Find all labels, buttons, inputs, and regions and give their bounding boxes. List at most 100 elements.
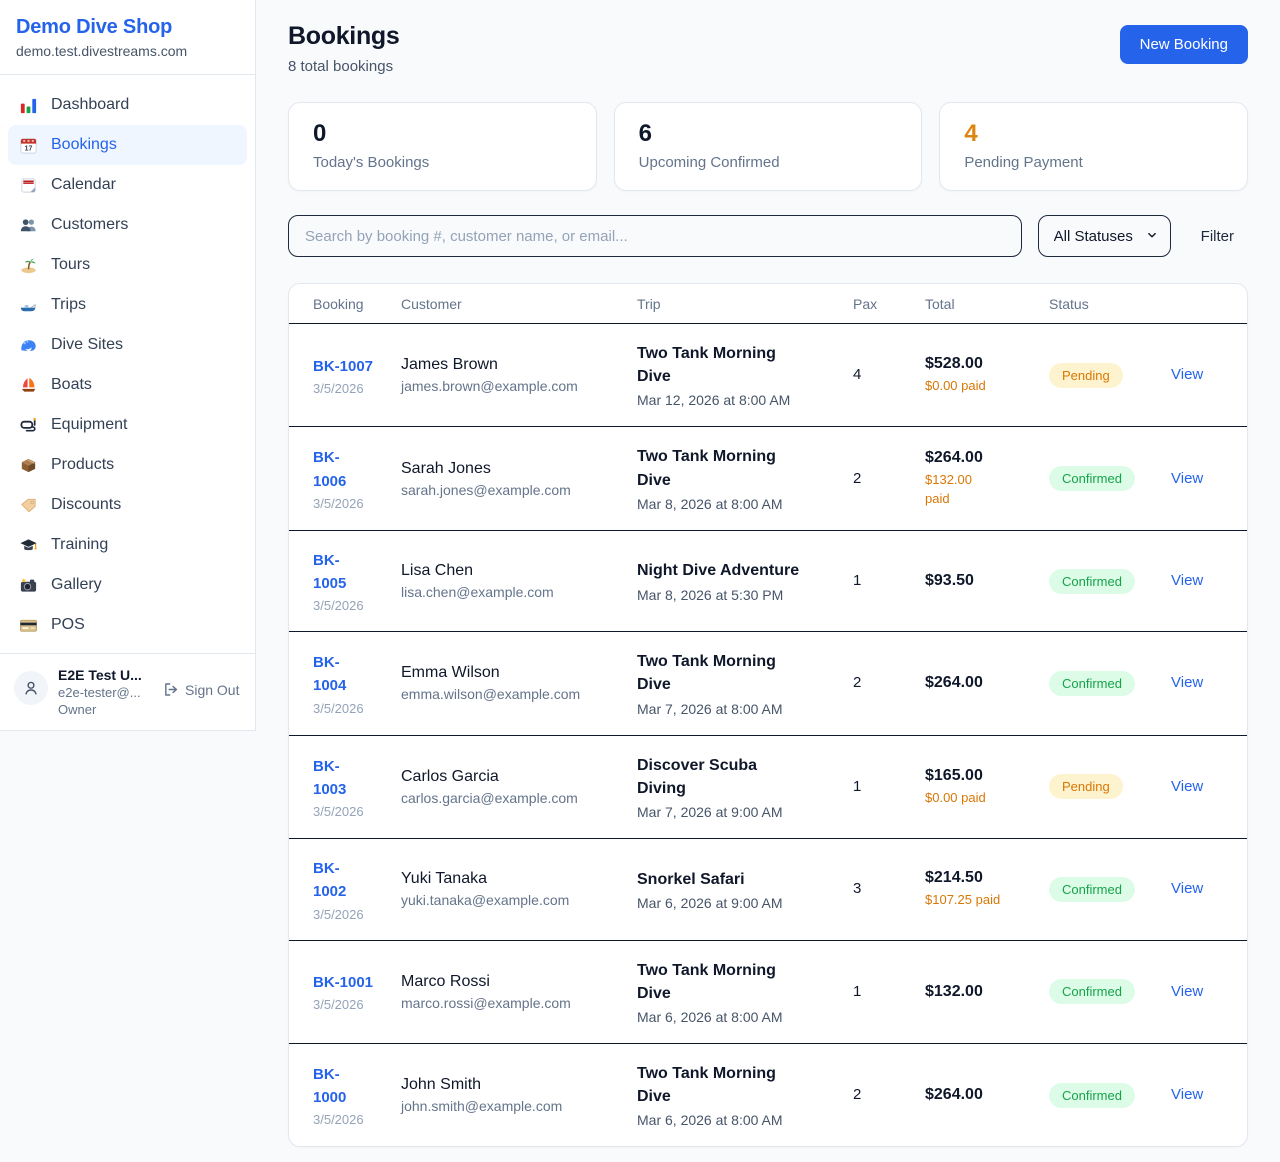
trip-name: Night Dive Adventure (637, 559, 839, 582)
sidebar-item-label: Bookings (51, 136, 117, 154)
status-badge: Pending (1049, 774, 1123, 799)
page-subtitle: 8 total bookings (288, 58, 400, 75)
total-amount: $264.00 (925, 1086, 1035, 1104)
sign-out-label: Sign Out (185, 682, 239, 698)
sidebar-item-label: Discounts (51, 496, 121, 514)
view-booking-link[interactable]: View (1171, 1086, 1203, 1103)
view-booking-link[interactable]: View (1171, 778, 1203, 795)
col-header-actions (1171, 284, 1247, 324)
sidebar-item-calendar[interactable]: Calendar (8, 165, 247, 205)
pax-count: 1 (853, 778, 861, 795)
view-booking-link[interactable]: View (1171, 880, 1203, 897)
trip-datetime: Mar 6, 2026 at 8:00 AM (637, 1112, 839, 1128)
booking-date: 3/5/2026 (313, 701, 387, 716)
sidebar-item-pos[interactable]: POS (8, 605, 247, 645)
package-icon (18, 455, 38, 475)
calendar-17-icon: 17 (18, 135, 38, 155)
trip-datetime: Mar 7, 2026 at 9:00 AM (637, 804, 839, 820)
customer-name: Carlos Garcia (401, 768, 623, 786)
trip-datetime: Mar 12, 2026 at 8:00 AM (637, 392, 839, 408)
booking-id-link[interactable]: BK- 1004 (313, 651, 346, 698)
customer-email: carlos.garcia@example.com (401, 790, 623, 806)
sidebar-item-tours[interactable]: Tours (8, 245, 247, 285)
tag-icon (18, 495, 38, 515)
col-header-customer: Customer (401, 284, 637, 324)
customer-name: Marco Rossi (401, 973, 623, 991)
stats-row: 0 Today's Bookings 6 Upcoming Confirmed … (288, 102, 1248, 191)
pax-count: 4 (853, 366, 861, 383)
diving-mask-icon (18, 415, 38, 435)
graduation-cap-icon (18, 535, 38, 555)
customer-email: sarah.jones@example.com (401, 482, 623, 498)
sidebar-item-products[interactable]: Products (8, 445, 247, 485)
sidebar-item-boats[interactable]: Boats (8, 365, 247, 405)
stat-value: 6 (639, 120, 898, 148)
status-badge: Confirmed (1049, 979, 1135, 1004)
status-filter-select[interactable]: All Statuses (1038, 215, 1171, 257)
col-header-trip: Trip (637, 284, 853, 324)
new-booking-button[interactable]: New Booking (1120, 25, 1248, 64)
sidebar-item-equipment[interactable]: Equipment (8, 405, 247, 445)
sidebar-item-discounts[interactable]: Discounts (8, 485, 247, 525)
sidebar-item-label: Equipment (51, 416, 128, 434)
sidebar-item-customers[interactable]: Customers (8, 205, 247, 245)
booking-id-link[interactable]: BK- 1003 (313, 755, 346, 802)
view-booking-link[interactable]: View (1171, 470, 1203, 487)
pax-count: 1 (853, 572, 861, 589)
pax-count: 2 (853, 470, 861, 487)
shop-domain: demo.test.divestreams.com (16, 43, 239, 59)
status-badge: Confirmed (1049, 466, 1135, 491)
sign-out-button[interactable]: Sign Out (162, 681, 239, 698)
paid-amount: $0.00 paid (925, 789, 1035, 807)
pax-count: 1 (853, 983, 861, 1000)
booking-id-link[interactable]: BK- 1005 (313, 549, 346, 596)
customer-name: Emma Wilson (401, 664, 623, 682)
tear-calendar-icon (18, 175, 38, 195)
view-booking-link[interactable]: View (1171, 983, 1203, 1000)
col-header-pax: Pax (853, 284, 925, 324)
sidebar-item-label: Dive Sites (51, 336, 123, 354)
booking-id-link[interactable]: BK- 1002 (313, 857, 346, 904)
filter-button[interactable]: Filter (1187, 220, 1248, 253)
search-input[interactable] (288, 215, 1022, 257)
sidebar-item-label: Training (51, 536, 108, 554)
view-booking-link[interactable]: View (1171, 366, 1203, 383)
filter-bar: All Statuses Filter (288, 215, 1248, 257)
bookings-table-card: Booking Customer Trip Pax Total Status B… (288, 283, 1248, 1147)
booking-date: 3/5/2026 (313, 598, 387, 613)
bar-chart-icon (18, 95, 38, 115)
people-icon (18, 215, 38, 235)
col-header-status: Status (1049, 284, 1171, 324)
booking-id-link[interactable]: BK- 1000 (313, 1063, 346, 1110)
booking-id-link[interactable]: BK- 1006 (313, 446, 346, 493)
avatar (14, 671, 48, 705)
booking-id-link[interactable]: BK-1001 (313, 971, 373, 994)
view-booking-link[interactable]: View (1171, 674, 1203, 691)
sidebar-item-label: Boats (51, 376, 92, 394)
trip-datetime: Mar 6, 2026 at 8:00 AM (637, 1009, 839, 1025)
person-icon (22, 679, 40, 697)
sidebar-item-training[interactable]: Training (8, 525, 247, 565)
sidebar-item-bookings[interactable]: 17 Bookings (8, 125, 247, 165)
sidebar-item-dashboard[interactable]: Dashboard (8, 85, 247, 125)
sidebar-item-dive-sites[interactable]: Dive Sites (8, 325, 247, 365)
status-badge: Confirmed (1049, 671, 1135, 696)
paid-amount: $107.25 paid (925, 891, 1035, 909)
bookings-table: Booking Customer Trip Pax Total Status B… (289, 284, 1247, 1146)
sidebar-item-gallery[interactable]: Gallery (8, 565, 247, 605)
sidebar-item-label: Customers (51, 216, 128, 234)
trip-name: Two Tank Morning Dive (637, 650, 839, 696)
sidebar-item-trips[interactable]: Trips (8, 285, 247, 325)
customer-name: Lisa Chen (401, 562, 623, 580)
view-booking-link[interactable]: View (1171, 572, 1203, 589)
pax-count: 2 (853, 674, 861, 691)
customer-email: marco.rossi@example.com (401, 995, 623, 1011)
total-amount: $264.00 (925, 449, 1035, 467)
sidebar: Demo Dive Shop demo.test.divestreams.com… (0, 0, 256, 731)
svg-text:17: 17 (24, 144, 32, 152)
pax-count: 3 (853, 880, 861, 897)
customer-name: James Brown (401, 356, 623, 374)
status-select-wrap: All Statuses (1038, 215, 1171, 257)
booking-id-link[interactable]: BK-1007 (313, 355, 373, 378)
stat-label: Upcoming Confirmed (639, 154, 898, 171)
